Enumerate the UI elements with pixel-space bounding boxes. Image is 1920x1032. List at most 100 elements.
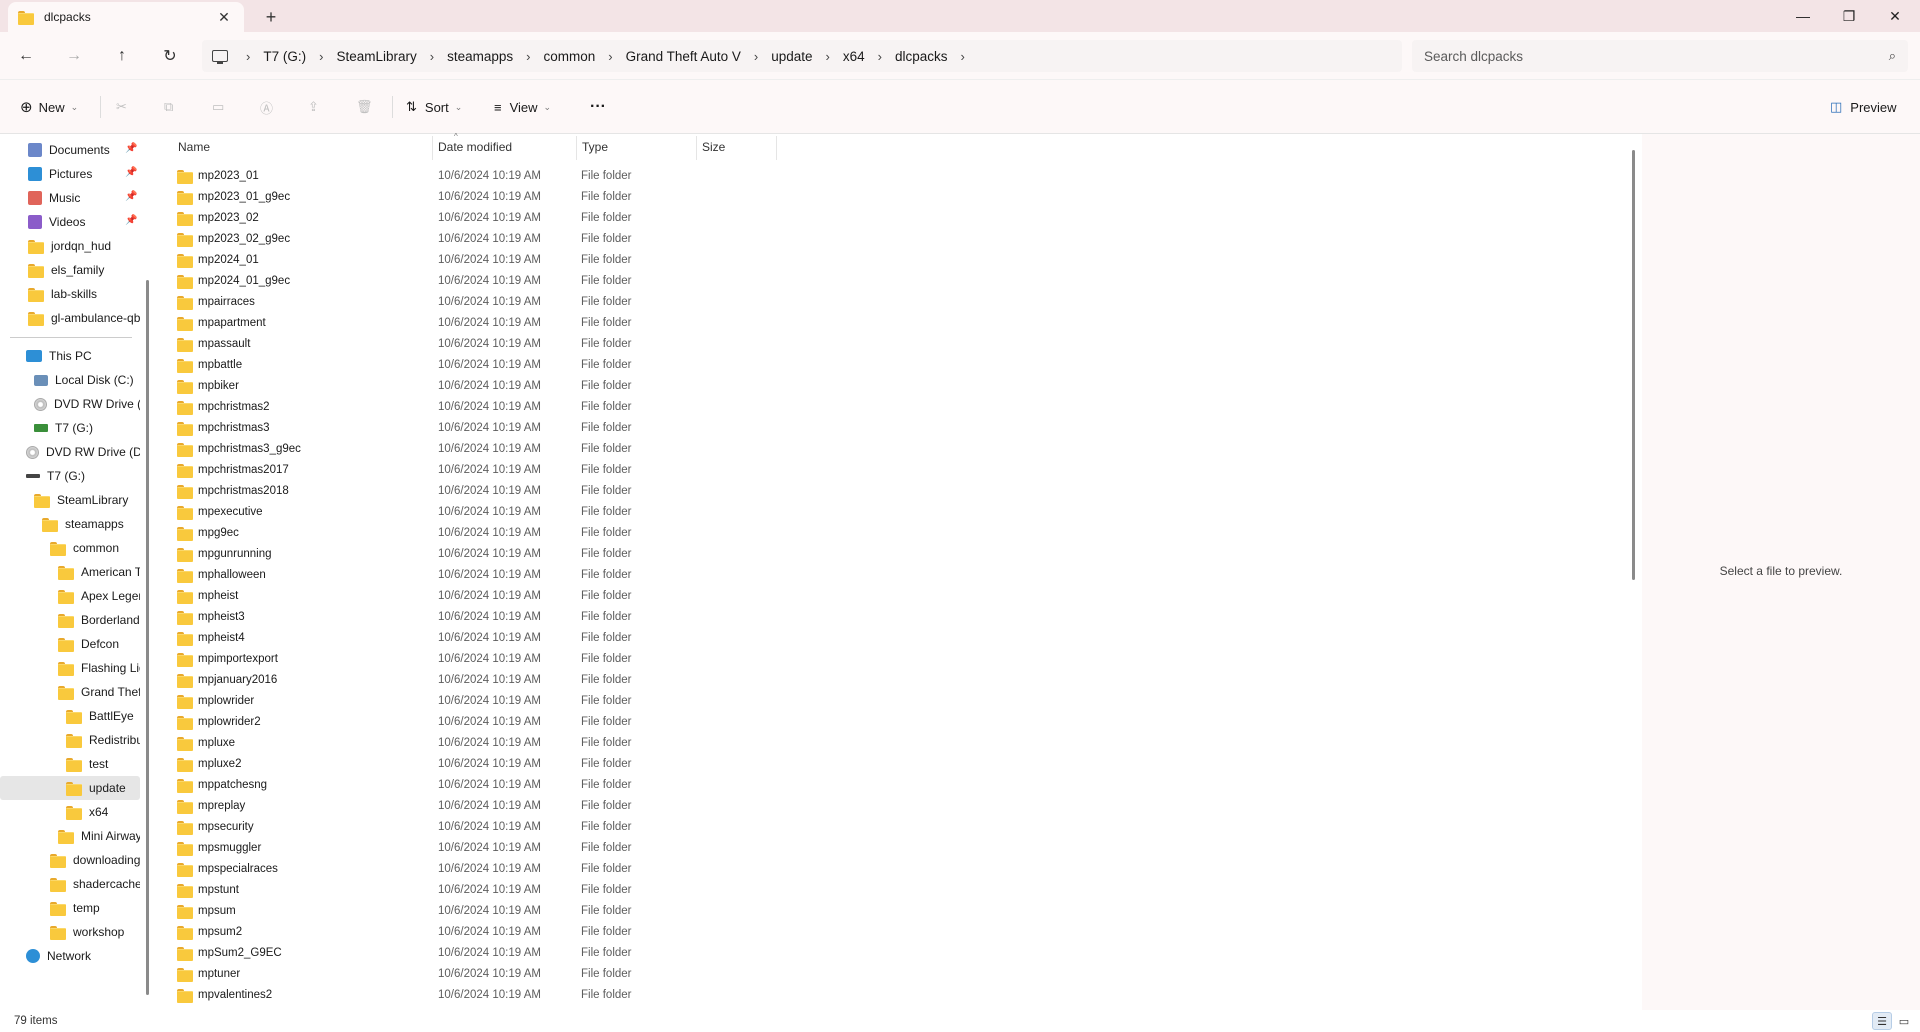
file-row[interactable]: mpsecurity 10/6/2024 10:19 AM File folder (170, 817, 770, 838)
file-row[interactable]: mpgunrunning 10/6/2024 10:19 AM File folde… (170, 544, 770, 565)
breadcrumb-drive[interactable]: T7 (G:) (263, 49, 306, 64)
sidebar-tree-item[interactable]: x64 (0, 800, 140, 824)
sidebar-tree-item[interactable]: Apex Legen (0, 584, 140, 608)
column-divider[interactable] (576, 136, 577, 160)
file-row[interactable]: mpairraces 10/6/2024 10:19 AM File folder (170, 292, 770, 313)
file-row[interactable]: mpreplay 10/6/2024 10:19 AM File folder (170, 796, 770, 817)
file-list-scrollbar[interactable] (1632, 150, 1635, 1010)
chevron-right-icon[interactable]: › (754, 49, 758, 64)
search-input[interactable]: Search dlcpacks ⌕ (1412, 40, 1908, 72)
rename-button[interactable]: Ⓐ (260, 96, 273, 118)
file-row[interactable]: mp2023_01_g9ec 10/6/2024 10:19 AM File fol… (170, 187, 770, 208)
file-row[interactable]: mpSum2_G9EC 10/6/2024 10:19 AM File folder (170, 943, 770, 964)
file-row[interactable]: mpvalentines2 10/6/2024 10:19 AM File fold… (170, 985, 770, 1006)
sidebar-tree-item[interactable]: workshop (0, 920, 140, 944)
file-row[interactable]: mpchristmas2017 10/6/2024 10:19 AM File fo… (170, 460, 770, 481)
chevron-right-icon[interactable]: › (430, 49, 434, 64)
sidebar-item-folder[interactable]: els_family (0, 258, 140, 282)
file-row[interactable]: mp2023_02_g9ec 10/6/2024 10:19 AM File fol… (170, 229, 770, 250)
sidebar-item-music[interactable]: Music 📌 (0, 186, 140, 210)
file-row[interactable]: mpexecutive 10/6/2024 10:19 AM File folder (170, 502, 770, 523)
column-divider[interactable] (776, 136, 777, 160)
forward-button[interactable]: → (60, 44, 88, 68)
sidebar-tree-item[interactable]: shadercache (0, 872, 140, 896)
preview-button[interactable]: ◫ Preview (1830, 96, 1897, 118)
chevron-right-icon[interactable]: › (608, 49, 612, 64)
minimize-button[interactable]: — (1780, 0, 1826, 32)
up-button[interactable]: ↑ (108, 44, 136, 68)
file-row[interactable]: mpspecialraces 10/6/2024 10:19 AM File fol… (170, 859, 770, 880)
sidebar-item-folder[interactable]: gl-ambulance-qb (0, 306, 140, 330)
file-row[interactable]: mplowrider 10/6/2024 10:19 AM File folder (170, 691, 770, 712)
file-row[interactable]: mp2024_01_g9ec 10/6/2024 10:19 AM File fol… (170, 271, 770, 292)
file-row[interactable]: mpchristmas3 10/6/2024 10:19 AM File folde… (170, 418, 770, 439)
more-options-button[interactable]: ··· (590, 96, 606, 118)
sidebar-tree-item[interactable]: Borderlands (0, 608, 140, 632)
chevron-right-icon[interactable]: › (319, 49, 323, 64)
breadcrumb-steamlibrary[interactable]: SteamLibrary (336, 49, 416, 64)
sort-button[interactable]: ⇅ Sort ⌄ (406, 96, 462, 118)
cut-button[interactable]: ✂ (116, 96, 127, 118)
sidebar-item-folder[interactable]: lab-skills (0, 282, 140, 306)
file-row[interactable]: mptuner 10/6/2024 10:19 AM File folder (170, 964, 770, 985)
column-header-date[interactable]: Date modified (438, 140, 512, 154)
refresh-button[interactable]: ↻ (156, 44, 184, 68)
file-row[interactable]: mppatchesng 10/6/2024 10:19 AM File folder (170, 775, 770, 796)
sidebar-tree-item[interactable]: temp (0, 896, 140, 920)
file-row[interactable]: mpluxe2 10/6/2024 10:19 AM File folder (170, 754, 770, 775)
breadcrumb-common[interactable]: common (543, 49, 595, 64)
sidebar-tree-item[interactable]: SteamLibrary (0, 488, 140, 512)
restore-button[interactable]: ❐ (1826, 0, 1872, 32)
file-row[interactable]: mplowrider2 10/6/2024 10:19 AM File folder (170, 712, 770, 733)
sidebar-item-drive[interactable]: T7 (G:) (0, 464, 140, 488)
file-row[interactable]: mpchristmas2 10/6/2024 10:19 AM File folde… (170, 397, 770, 418)
file-row[interactable]: mp2024_01 10/6/2024 10:19 AM File folder (170, 250, 770, 271)
file-row[interactable]: mpassault 10/6/2024 10:19 AM File folder (170, 334, 770, 355)
sidebar-tree-item[interactable]: Defcon (0, 632, 140, 656)
breadcrumb-x64[interactable]: x64 (843, 49, 865, 64)
sidebar-item-drive[interactable]: DVD RW Drive (I (0, 392, 140, 416)
file-row[interactable]: mpchristmas2018 10/6/2024 10:19 AM File fo… (170, 481, 770, 502)
file-row[interactable]: mpsum 10/6/2024 10:19 AM File folder (170, 901, 770, 922)
sidebar-tree-item[interactable]: BattlEye (0, 704, 140, 728)
file-row[interactable]: mp2023_01 10/6/2024 10:19 AM File folder (170, 166, 770, 187)
sidebar-item-pictures[interactable]: Pictures 📌 (0, 162, 140, 186)
file-row[interactable]: mphalloween 10/6/2024 10:19 AM File folder (170, 565, 770, 586)
sidebar-tree-item[interactable]: test (0, 752, 140, 776)
close-window-button[interactable]: ✕ (1872, 0, 1918, 32)
file-row[interactable]: mpbattle 10/6/2024 10:19 AM File folder (170, 355, 770, 376)
file-row[interactable]: mpimportexport 10/6/2024 10:19 AM File fol… (170, 649, 770, 670)
file-row[interactable]: mpbiker 10/6/2024 10:19 AM File folder (170, 376, 770, 397)
file-row[interactable]: mpjanuary2016 10/6/2024 10:19 AM File fold… (170, 670, 770, 691)
sidebar-item-folder[interactable]: jordqn_hud (0, 234, 140, 258)
chevron-right-icon[interactable]: › (526, 49, 530, 64)
tiles-view-button[interactable]: ▭ (1894, 1012, 1914, 1030)
file-row[interactable]: mp2023_02 10/6/2024 10:19 AM File folder (170, 208, 770, 229)
sidebar-tree-item[interactable]: common (0, 536, 140, 560)
details-view-button[interactable]: ☰ (1872, 1012, 1892, 1030)
file-row[interactable]: mpheist4 10/6/2024 10:19 AM File folder (170, 628, 770, 649)
column-header-size[interactable]: Size (702, 140, 725, 154)
file-row[interactable]: mpstunt 10/6/2024 10:19 AM File folder (170, 880, 770, 901)
share-button[interactable]: ⇪ (308, 96, 319, 118)
sidebar-tree-item[interactable]: Mini Airway (0, 824, 140, 848)
copy-button[interactable]: ⧉ (164, 96, 173, 118)
file-row[interactable]: mpsum2 10/6/2024 10:19 AM File folder (170, 922, 770, 943)
file-row[interactable]: mpsmuggler 10/6/2024 10:19 AM File folder (170, 838, 770, 859)
sidebar-item-drive[interactable]: Local Disk (C:) (0, 368, 140, 392)
file-row[interactable]: mpg9ec 10/6/2024 10:19 AM File folder (170, 523, 770, 544)
breadcrumb-steamapps[interactable]: steamapps (447, 49, 513, 64)
column-divider[interactable] (432, 136, 433, 160)
sidebar-tree-item[interactable]: steamapps (0, 512, 140, 536)
column-header-name[interactable]: Name (178, 140, 210, 154)
chevron-right-icon[interactable]: › (878, 49, 882, 64)
address-bar[interactable]: › T7 (G:) › SteamLibrary › steamapps › c… (202, 40, 1402, 72)
sidebar-item-documents[interactable]: Documents 📌 (0, 138, 140, 162)
sidebar-item-network[interactable]: Network (0, 944, 140, 968)
file-row[interactable]: mpchristmas3_g9ec 10/6/2024 10:19 AM File … (170, 439, 770, 460)
scrollbar-thumb[interactable] (1632, 150, 1635, 580)
column-divider[interactable] (696, 136, 697, 160)
sidebar-item-drive[interactable]: T7 (G:) (0, 416, 140, 440)
chevron-right-icon[interactable]: › (826, 49, 830, 64)
chevron-right-icon[interactable]: › (961, 49, 965, 64)
